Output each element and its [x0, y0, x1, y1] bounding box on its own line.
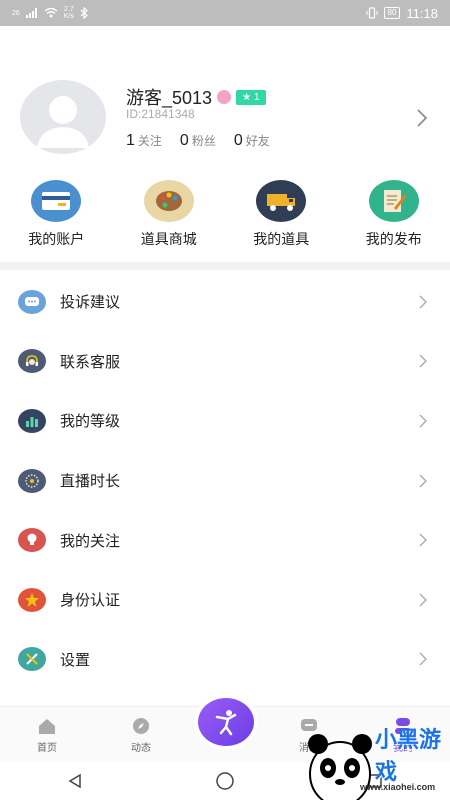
menu-item-customer-service[interactable]: 联系客服	[0, 332, 450, 392]
bluetooth-icon	[80, 7, 88, 19]
battery-indicator: 80	[383, 7, 401, 19]
chevron-right-icon	[419, 354, 427, 368]
quick-actions: 我的账户 道具商城 我的道具 我的发布	[0, 180, 450, 252]
tools-icon	[18, 647, 46, 672]
center-live-button[interactable]	[194, 694, 258, 750]
stat-friends[interactable]: 0 好友	[234, 132, 270, 150]
home-circle-icon	[216, 772, 234, 790]
quick-prop-shop[interactable]: 道具商城	[113, 180, 225, 252]
gender-female-icon	[217, 90, 232, 104]
tab-feed[interactable]: 动态	[96, 716, 186, 754]
menu-item-settings[interactable]: 设置	[0, 630, 450, 690]
chevron-right-icon	[419, 533, 427, 547]
chevron-right-icon	[419, 295, 427, 309]
home-button[interactable]	[210, 769, 240, 793]
default-user-icon	[37, 96, 89, 148]
status-bar: 26 2.7 K/s 80 11:18	[0, 0, 450, 26]
timer-icon	[18, 468, 46, 493]
quick-my-account[interactable]: 我的账户	[0, 180, 112, 252]
profile-stats: 1 关注 0 粉丝 0 好友	[126, 132, 270, 150]
watermark-logo: 小黑游戏 www.xiaohei.com	[250, 712, 450, 800]
stat-fans[interactable]: 0 粉丝	[180, 132, 216, 150]
vibrate-icon	[366, 7, 378, 19]
truck-icon	[256, 180, 307, 222]
headset-icon	[18, 349, 46, 374]
chevron-right-icon[interactable]	[412, 108, 432, 128]
bulb-icon	[18, 528, 46, 553]
menu-item-my-follows[interactable]: 我的关注	[0, 510, 450, 570]
palette-icon	[143, 180, 194, 222]
chevron-right-icon	[419, 593, 427, 607]
bars-icon	[18, 408, 46, 433]
dancer-icon	[215, 710, 237, 736]
quick-my-posts[interactable]: 我的发布	[338, 180, 450, 252]
profile-header[interactable]: 游客_5013 ★ 1 ID:21841348 1 关注 0 粉丝 0 好友	[20, 80, 440, 160]
signal-icon	[25, 8, 37, 18]
watermark-url: www.xiaohei.com	[360, 782, 436, 792]
compass-icon	[130, 716, 152, 736]
signal-indicator: 26	[12, 9, 20, 17]
tab-home[interactable]: 首页	[2, 716, 92, 754]
back-button[interactable]	[60, 769, 90, 793]
level-badge: ★ 1	[236, 89, 266, 105]
net-speed: 2.7 K/s	[63, 6, 74, 20]
menu-item-my-level[interactable]: 我的等级	[0, 391, 450, 451]
chevron-right-icon	[419, 414, 427, 428]
watermark-brand: 小黑游戏	[375, 727, 442, 784]
menu-item-live-duration[interactable]: 直播时长	[0, 451, 450, 511]
star-icon	[18, 587, 46, 612]
star-icon: ★	[242, 91, 252, 103]
notepad-icon	[368, 180, 419, 222]
home-icon	[36, 716, 58, 736]
status-time: 11:18	[406, 5, 438, 21]
back-triangle-icon	[68, 773, 81, 789]
settings-menu: 投诉建议 联系客服 我的等级 直播时长 我的关注 身份认证 设置	[0, 272, 450, 689]
menu-item-verification[interactable]: 身份认证	[0, 570, 450, 630]
chevron-right-icon	[419, 474, 427, 488]
avatar[interactable]	[20, 80, 106, 154]
quick-my-props[interactable]: 我的道具	[225, 180, 337, 252]
user-id: ID:21841348	[126, 107, 195, 121]
menu-item-feedback[interactable]: 投诉建议	[0, 272, 450, 332]
chevron-right-icon	[419, 652, 427, 666]
section-divider	[0, 262, 450, 270]
message-icon	[18, 289, 46, 314]
wifi-icon	[44, 8, 58, 18]
card-icon	[31, 180, 82, 222]
stat-follow[interactable]: 1 关注	[126, 132, 162, 150]
